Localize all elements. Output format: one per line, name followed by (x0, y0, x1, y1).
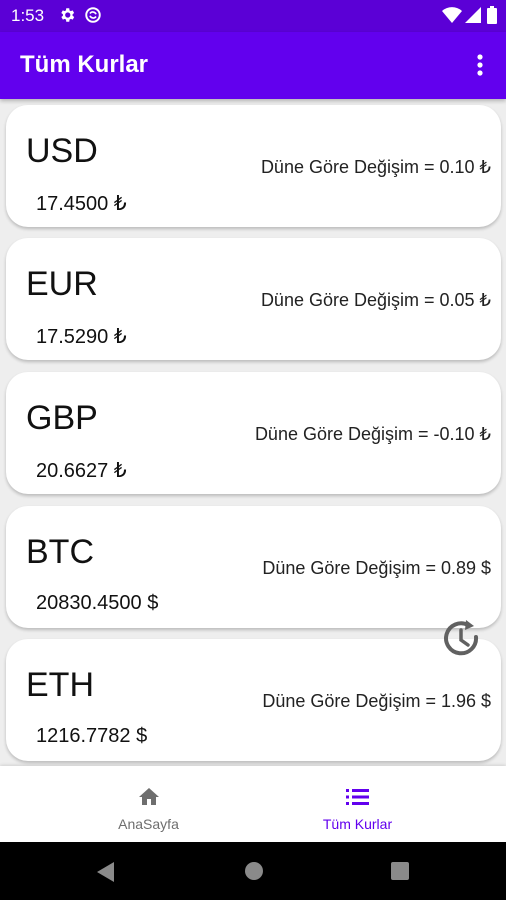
home-icon (137, 785, 161, 814)
status-time: 1:53 (11, 6, 45, 25)
battery-icon (487, 6, 497, 29)
sync-status-icon (84, 6, 102, 29)
recent-apps-icon[interactable] (391, 862, 409, 885)
rate-card-usd[interactable]: USD Düne Göre Değişim = 0.10 ₺ 17.4500 ₺ (6, 105, 501, 227)
rate-card-gbp[interactable]: GBP Düne Göre Değişim = -0.10 ₺ 20.6627 … (6, 372, 501, 494)
currency-price: 20830.4500 $ (36, 592, 159, 614)
system-navigation-bar (0, 842, 506, 900)
home-circle-icon[interactable] (244, 861, 264, 886)
rates-list[interactable]: USD Düne Göre Değişim = 0.10 ₺ 17.4500 ₺… (0, 99, 506, 766)
wifi-icon (442, 7, 462, 28)
currency-code: ETH (26, 666, 94, 704)
list-icon (345, 785, 371, 814)
daily-change: Düne Göre Değişim = 0.89 $ (262, 558, 491, 578)
daily-change: Düne Göre Değişim = 0.05 ₺ (260, 290, 491, 310)
currency-code: EUR (26, 265, 98, 303)
currency-price: 20.6627 ₺ (36, 460, 127, 482)
currency-code: GBP (26, 399, 98, 437)
status-bar: 1:53 (0, 0, 506, 32)
app-bar: Tüm Kurlar (0, 32, 506, 99)
rate-card-eur[interactable]: EUR Düne Göre Değişim = 0.05 ₺ 17.5290 ₺ (6, 238, 501, 360)
daily-change: Düne Göre Değişim = -0.10 ₺ (254, 424, 491, 444)
currency-code: BTC (26, 533, 94, 571)
signal-icon (465, 7, 481, 28)
daily-change: Düne Göre Değişim = 1.96 $ (262, 691, 491, 711)
rate-card-eth[interactable]: ETH Düne Göre Değişim = 1.96 $ 1216.7782… (6, 639, 501, 761)
nav-item-all-rates[interactable]: Tüm Kurlar (231, 766, 484, 842)
rate-card-btc[interactable]: BTC Düne Göre Değişim = 0.89 $ 20830.450… (6, 506, 501, 628)
currency-code: USD (26, 132, 98, 170)
currency-price: 17.5290 ₺ (36, 326, 127, 348)
bottom-navigation: AnaSayfa Tüm Kurlar (0, 766, 506, 842)
page-title: Tüm Kurlar (20, 51, 149, 78)
settings-gear-icon (58, 6, 76, 29)
currency-price: 1216.7782 $ (36, 725, 148, 747)
daily-change: Düne Göre Değişim = 0.10 ₺ (260, 157, 491, 177)
back-icon[interactable] (96, 861, 116, 888)
currency-price: 17.4500 ₺ (36, 193, 127, 215)
refresh-history-icon[interactable] (440, 617, 484, 661)
nav-label-all-rates: Tüm Kurlar (322, 816, 393, 832)
overflow-menu-icon[interactable] (470, 52, 490, 80)
